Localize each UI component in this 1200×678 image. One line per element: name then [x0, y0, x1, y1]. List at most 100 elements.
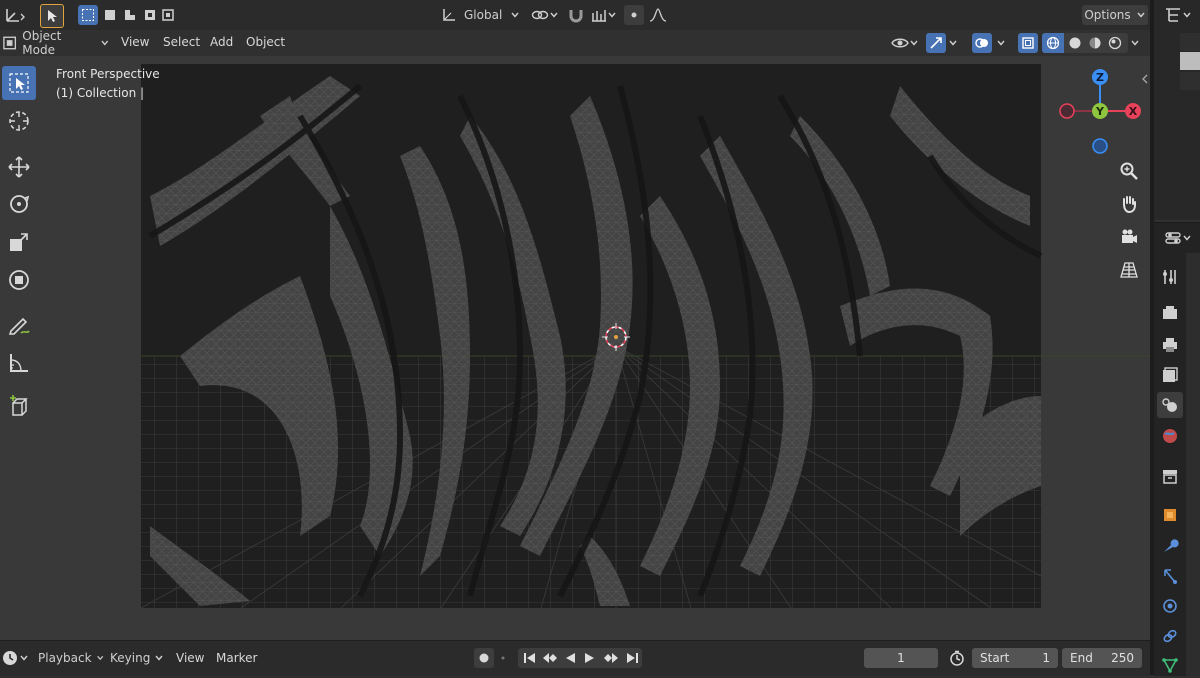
tool-transform[interactable]: [2, 263, 36, 297]
collection-box-icon: [1163, 470, 1177, 484]
camera-view-button[interactable]: [1116, 224, 1142, 250]
tab-output[interactable]: [1157, 332, 1183, 358]
grid-perspective-icon: [1120, 262, 1138, 278]
outliner-row[interactable]: [1180, 33, 1200, 51]
transform-orientation-dropdown[interactable]: Global: [440, 5, 522, 25]
gizmo-dropdown[interactable]: [946, 33, 960, 53]
tab-modifiers[interactable]: [1157, 533, 1183, 559]
navigation-gizmo[interactable]: Z X Y: [1056, 66, 1146, 162]
shading-solid-button[interactable]: [1064, 33, 1086, 53]
gizmo-icon: [930, 37, 942, 49]
keying-menu[interactable]: Keying: [110, 648, 168, 668]
tool-annotate[interactable]: [2, 308, 36, 342]
play-button[interactable]: [580, 648, 600, 668]
cursor-target-icon: [9, 111, 29, 131]
chevron-down-icon: [1131, 40, 1139, 46]
select-new-button[interactable]: [78, 5, 98, 25]
pivot-point-dropdown[interactable]: [528, 5, 562, 25]
select-invert-button[interactable]: [140, 5, 160, 25]
tab-physics[interactable]: [1157, 593, 1183, 619]
select-extend-button[interactable]: [100, 5, 120, 25]
current-frame-field[interactable]: 1: [864, 648, 938, 668]
overlays-toggle[interactable]: [972, 33, 992, 53]
tool-add-cube[interactable]: [2, 390, 36, 424]
prev-keyframe-button[interactable]: [540, 648, 560, 668]
visibility-dropdown[interactable]: [888, 33, 922, 53]
tab-view-layer[interactable]: [1157, 362, 1183, 388]
shading-rendered-button[interactable]: [1104, 33, 1126, 53]
tab-tool[interactable]: [1157, 264, 1183, 290]
shading-wireframe-button[interactable]: [1042, 33, 1064, 53]
tab-render[interactable]: [1157, 300, 1183, 326]
eye-icon: [891, 38, 909, 48]
perspective-toggle-button[interactable]: [1116, 257, 1142, 283]
properties-editor-type[interactable]: [1160, 228, 1196, 248]
options-dropdown[interactable]: Options: [1082, 5, 1148, 25]
jump-end-button[interactable]: [622, 648, 642, 668]
next-keyframe-icon: [604, 653, 618, 663]
zoom-magnifier-icon: [1120, 162, 1138, 180]
sidebar-toggle[interactable]: [1140, 72, 1150, 86]
tab-scene[interactable]: [1157, 392, 1183, 418]
zoom-button[interactable]: [1116, 158, 1142, 184]
proportional-editing-toggle[interactable]: [624, 5, 644, 25]
tab-particles[interactable]: [1157, 563, 1183, 589]
pan-button[interactable]: [1116, 191, 1142, 217]
start-frame-field[interactable]: Start 1: [972, 648, 1058, 668]
scale-icon: [10, 233, 28, 251]
gizmo-toggle[interactable]: [926, 33, 946, 53]
shading-dropdown[interactable]: [1128, 33, 1142, 53]
timeline-view-menu[interactable]: View: [176, 651, 204, 665]
selection-set-icon: [82, 9, 94, 21]
gizmo-z-label: Z: [1096, 71, 1104, 84]
clock-icon: [3, 651, 17, 665]
tool-measure[interactable]: [2, 346, 36, 380]
chevron-down-icon: [155, 655, 163, 661]
outliner-row[interactable]: [1180, 72, 1200, 90]
tab-world[interactable]: [1157, 423, 1183, 449]
tab-object[interactable]: [1157, 502, 1183, 528]
shading-material-button[interactable]: [1084, 33, 1106, 53]
end-frame-field[interactable]: End 250: [1062, 648, 1142, 668]
menu-object[interactable]: Object: [246, 35, 285, 49]
keying-label: Keying: [110, 651, 151, 665]
timeline-editor-type[interactable]: [0, 648, 30, 668]
outliner-panel: [1154, 0, 1200, 220]
tab-collection[interactable]: [1157, 463, 1183, 489]
tool-move[interactable]: [2, 150, 36, 184]
menu-add[interactable]: Add: [210, 35, 233, 49]
select-tool-header-button[interactable]: [40, 4, 64, 28]
proportional-falloff-dropdown[interactable]: [646, 5, 670, 25]
render-camera-icon: [1163, 306, 1177, 319]
xray-toggle[interactable]: [1018, 33, 1038, 53]
xray-icon: [1022, 37, 1034, 49]
snap-toggle[interactable]: [566, 5, 586, 25]
select-subtract-button[interactable]: [120, 5, 140, 25]
tool-cursor[interactable]: [2, 104, 36, 138]
autokey-dropdown[interactable]: [496, 648, 510, 668]
snap-target-dropdown[interactable]: [588, 5, 620, 25]
tool-rotate[interactable]: [2, 187, 36, 221]
viewport-3d[interactable]: Front Perspective (1) Collection | stl Z: [0, 56, 1150, 640]
menu-view[interactable]: View: [121, 35, 149, 49]
menu-select[interactable]: Select: [163, 35, 200, 49]
tab-constraints[interactable]: [1157, 623, 1183, 649]
select-intersect-button[interactable]: [158, 5, 178, 25]
overlays-dropdown[interactable]: [994, 33, 1008, 53]
object-mode-dropdown[interactable]: Object Mode: [0, 29, 110, 57]
preview-range-toggle[interactable]: [946, 648, 968, 668]
link-icon: [531, 10, 549, 20]
jump-start-button[interactable]: [520, 648, 540, 668]
outliner-editor-type[interactable]: [1160, 5, 1196, 25]
record-toggle[interactable]: [474, 648, 494, 668]
tool-scale[interactable]: [2, 225, 36, 259]
play-reverse-button[interactable]: [560, 648, 580, 668]
outliner-row-highlight[interactable]: [1180, 52, 1200, 70]
editor-type-button[interactable]: [2, 5, 28, 25]
tab-data[interactable]: [1157, 652, 1183, 678]
next-keyframe-button[interactable]: [600, 648, 622, 668]
start-frame-value: 1: [1042, 651, 1050, 665]
timeline-marker-menu[interactable]: Marker: [216, 651, 257, 665]
tool-select-box[interactable]: [2, 66, 36, 100]
playback-menu[interactable]: Playback: [38, 648, 104, 668]
